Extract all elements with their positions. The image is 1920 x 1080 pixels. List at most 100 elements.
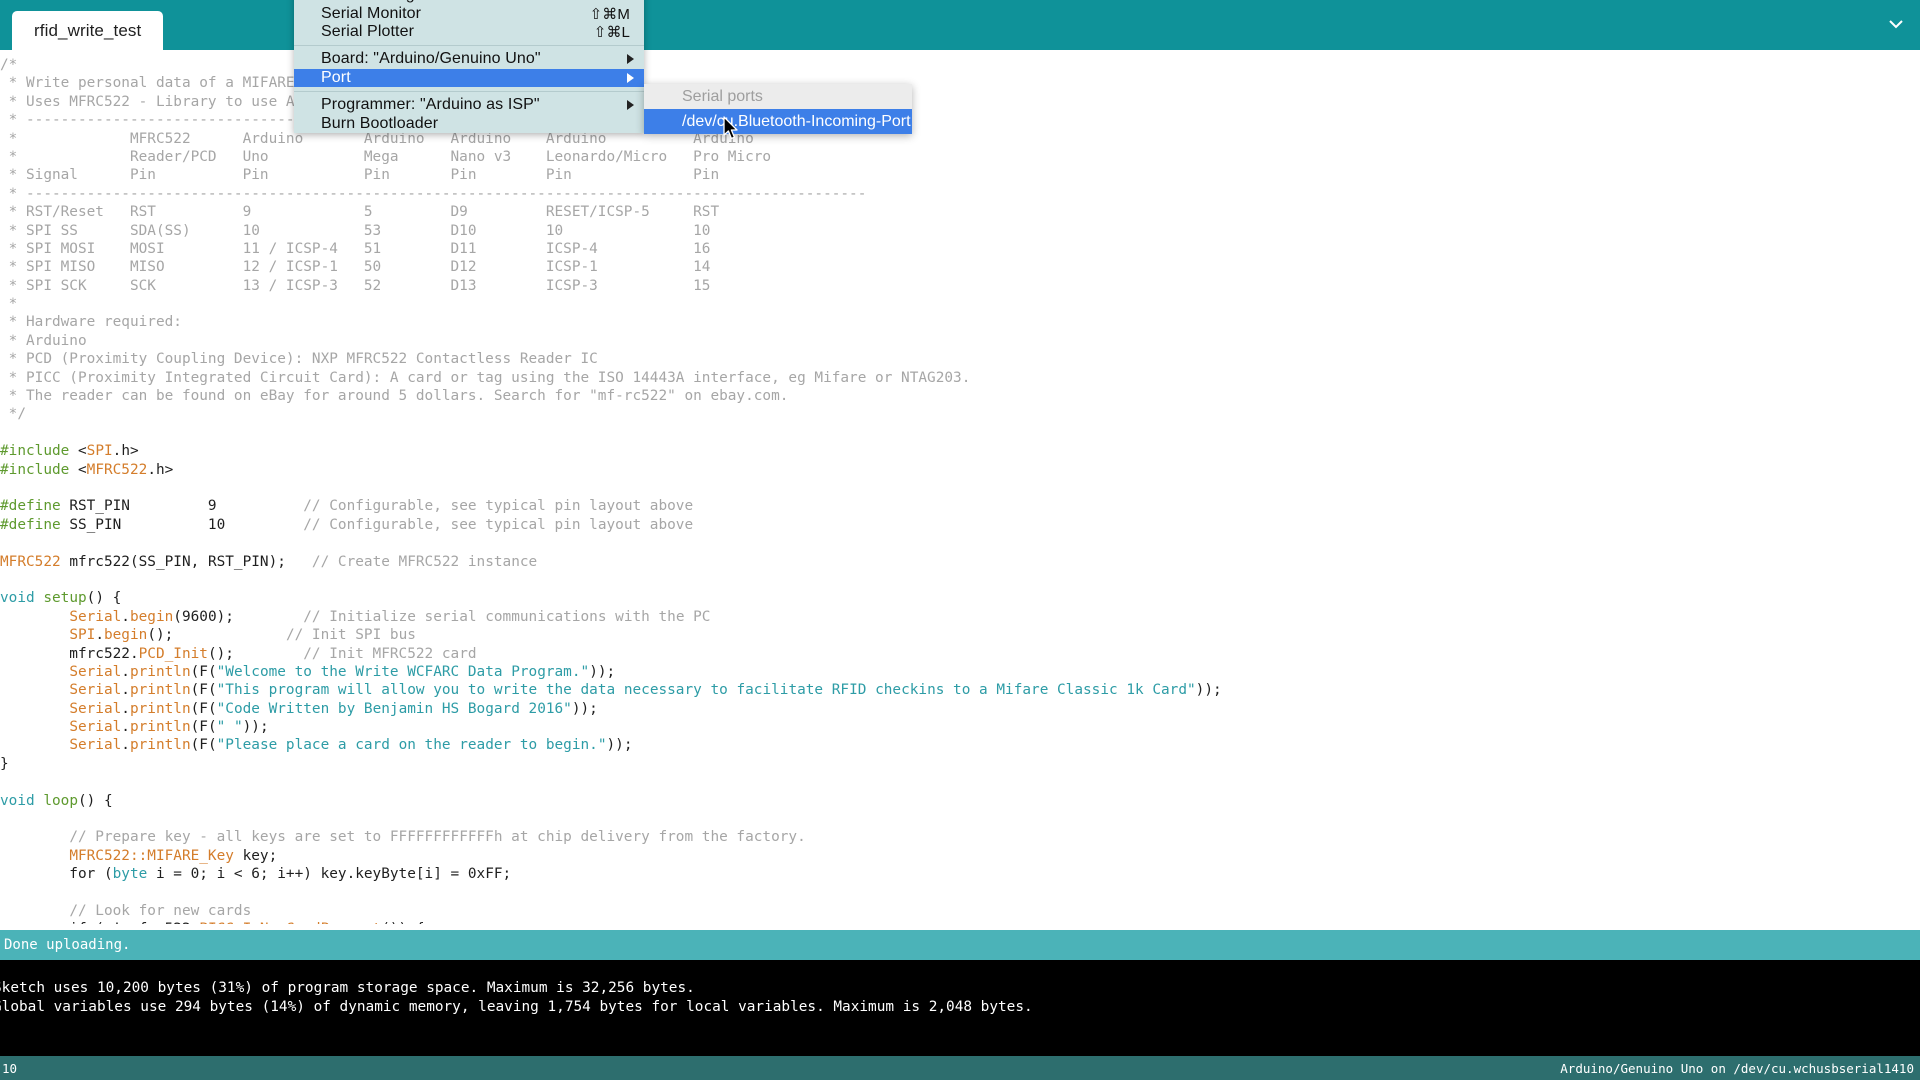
code-token: // Look for new cards bbox=[69, 903, 251, 919]
code-token: * Reader/PCD Uno Mega Nano v3 Leonardo/M… bbox=[0, 149, 771, 165]
menu-item-serial-plotter[interactable]: Serial Plotter⇧⌘L bbox=[294, 23, 644, 41]
code-token: )); bbox=[572, 701, 598, 717]
code-line: #define RST_PIN 9 // Configurable, see t… bbox=[0, 497, 1222, 515]
code-line bbox=[0, 534, 1222, 552]
code-line: #include <MFRC522.h> bbox=[0, 461, 1222, 479]
code-line: * RST/Reset RST 9 5 D9 RESET/ICSP-5 RST bbox=[0, 203, 1222, 221]
menu-item-serial-monitor[interactable]: Serial Monitor ⇧⌘M bbox=[294, 4, 644, 22]
menu-item-label: Programmer: "Arduino as ISP" bbox=[321, 96, 540, 114]
code-token: (F( bbox=[191, 737, 217, 753]
code-token: loop bbox=[43, 793, 78, 809]
code-line: SPI.begin(); // Init SPI bus bbox=[0, 626, 1222, 644]
menu-item-burn-bootloader[interactable]: Burn Bootloader bbox=[294, 114, 644, 132]
code-token: * Arduino bbox=[0, 333, 87, 349]
code-line: * SPI MOSI MOSI 11 / ICSP-4 51 D11 ICSP-… bbox=[0, 240, 1222, 258]
code-token bbox=[0, 737, 69, 753]
code-token: (); bbox=[147, 627, 286, 643]
code-line: * Signal Pin Pin Pin Pin Pin Pin bbox=[0, 166, 1222, 184]
code-token: SPI bbox=[87, 443, 113, 459]
menu-item-port[interactable]: Port bbox=[294, 69, 644, 87]
menu-item-shortcut: ⇧⌘M bbox=[590, 5, 634, 23]
code-token: } bbox=[0, 756, 9, 772]
code-token bbox=[0, 903, 69, 919]
code-token: * Signal Pin Pin Pin Pin Pin Pin bbox=[0, 167, 719, 183]
code-line: * PICC (Proximity Integrated Circuit Car… bbox=[0, 369, 1222, 387]
code-token: * PCD (Proximity Coupling Device): NXP M… bbox=[0, 351, 598, 367]
code-token: PCD_Init bbox=[139, 646, 208, 662]
code-token: (F( bbox=[191, 682, 217, 698]
code-token: . bbox=[121, 719, 130, 735]
code-token bbox=[0, 848, 69, 864]
source-code[interactable]: /* * Write personal data of a MIFARE RFI… bbox=[0, 50, 1222, 924]
code-line: Serial.begin(9600); // Initialize serial… bbox=[0, 608, 1222, 626]
code-token: "This program will allow you to write th… bbox=[217, 682, 1196, 698]
code-token: println bbox=[130, 719, 191, 735]
line-number: 10 bbox=[0, 1061, 17, 1076]
code-token: (9600); bbox=[173, 609, 303, 625]
port-submenu[interactable]: Serial ports /dev/cu.Bluetooth-Incoming-… bbox=[644, 84, 912, 134]
code-token: .h> bbox=[147, 462, 173, 478]
code-token: void bbox=[0, 793, 43, 809]
tools-menu[interactable]: Fix Encoding & ReloadSerial Monitor⇧⌘MSe… bbox=[294, 0, 644, 133]
code-token: // Configurable, see typical pin layout … bbox=[303, 517, 693, 533]
code-token: MFRC522::MIFARE_Key bbox=[69, 848, 234, 864]
code-line: Serial.println(F("Please place a card on… bbox=[0, 736, 1222, 754]
code-line bbox=[0, 884, 1222, 902]
code-token: * Hardware required: bbox=[0, 314, 182, 330]
menu-item-programmer-arduino-as-isp[interactable]: Programmer: "Arduino as ISP" bbox=[294, 96, 644, 114]
code-line: MFRC522::MIFARE_Key key; bbox=[0, 847, 1222, 865]
submenu-arrow-icon bbox=[627, 100, 634, 110]
code-line: } bbox=[0, 755, 1222, 773]
menu-item-label: Serial Monitor bbox=[321, 5, 421, 23]
code-token: . bbox=[121, 701, 130, 717]
code-token: )); bbox=[607, 737, 633, 753]
arduino-ide-window: rfid_write_test /* * Write personal data… bbox=[0, 0, 1920, 1080]
console-output[interactable]: Sketch uses 10,200 bytes (31%) of progra… bbox=[0, 960, 1920, 1056]
upload-status-message: Done uploading. bbox=[4, 937, 130, 953]
code-token: println bbox=[130, 664, 191, 680]
sketch-tab[interactable]: rfid_write_test bbox=[12, 11, 163, 50]
code-token: (F( bbox=[191, 701, 217, 717]
code-token: "Please place a card on the reader to be… bbox=[217, 737, 607, 753]
code-token bbox=[0, 609, 69, 625]
code-token: Serial bbox=[69, 719, 121, 735]
code-line: * SPI MISO MISO 12 / ICSP-1 50 D12 ICSP-… bbox=[0, 258, 1222, 276]
menu-separator bbox=[294, 91, 644, 92]
code-token: println bbox=[130, 701, 191, 717]
code-line: * Hardware required: bbox=[0, 313, 1222, 331]
code-token: #include bbox=[0, 443, 78, 459]
code-token bbox=[0, 664, 69, 680]
code-token bbox=[0, 682, 69, 698]
code-token: () { bbox=[87, 590, 122, 606]
code-line: * bbox=[0, 295, 1222, 313]
menu-item-label: Port bbox=[321, 69, 351, 87]
status-bar: 10 Arduino/Genuino Uno on /dev/cu.wchusb… bbox=[0, 1056, 1920, 1080]
code-line bbox=[0, 479, 1222, 497]
code-token: key; bbox=[234, 848, 277, 864]
code-token: * SPI MOSI MOSI 11 / ICSP-4 51 D11 ICSP-… bbox=[0, 241, 710, 257]
code-token: println bbox=[130, 737, 191, 753]
code-token: < bbox=[78, 443, 87, 459]
menu-item-board-arduino-genuino-uno[interactable]: Board: "Arduino/Genuino Uno" bbox=[294, 50, 644, 68]
code-line: void loop() { bbox=[0, 792, 1222, 810]
code-token: . bbox=[121, 737, 130, 753]
code-token: () { bbox=[78, 793, 113, 809]
code-token: . bbox=[121, 664, 130, 680]
code-token: setup bbox=[43, 590, 86, 606]
code-token: // Init MFRC522 card bbox=[303, 646, 476, 662]
code-token: PICC_IsNewCardPresent bbox=[199, 921, 381, 924]
code-token: MFRC522 bbox=[87, 462, 148, 478]
code-token: mfrc522. bbox=[0, 646, 139, 662]
code-token: Serial bbox=[69, 609, 121, 625]
port-submenu-item-bluetooth[interactable]: /dev/cu.Bluetooth-Incoming-Port bbox=[644, 109, 912, 134]
code-token: /* bbox=[0, 57, 17, 73]
code-token: "Welcome to the Write WCFARC Data Progra… bbox=[217, 664, 590, 680]
code-token: begin bbox=[104, 627, 147, 643]
code-token: * SPI SS SDA(SS) 10 53 D10 10 10 bbox=[0, 223, 710, 239]
code-token: begin bbox=[130, 609, 173, 625]
chevron-down-icon[interactable] bbox=[1882, 9, 1910, 39]
code-token: " " bbox=[217, 719, 243, 735]
port-submenu-header: Serial ports bbox=[644, 84, 912, 109]
code-editor[interactable]: /* * Write personal data of a MIFARE RFI… bbox=[0, 50, 1920, 924]
code-token bbox=[0, 627, 69, 643]
